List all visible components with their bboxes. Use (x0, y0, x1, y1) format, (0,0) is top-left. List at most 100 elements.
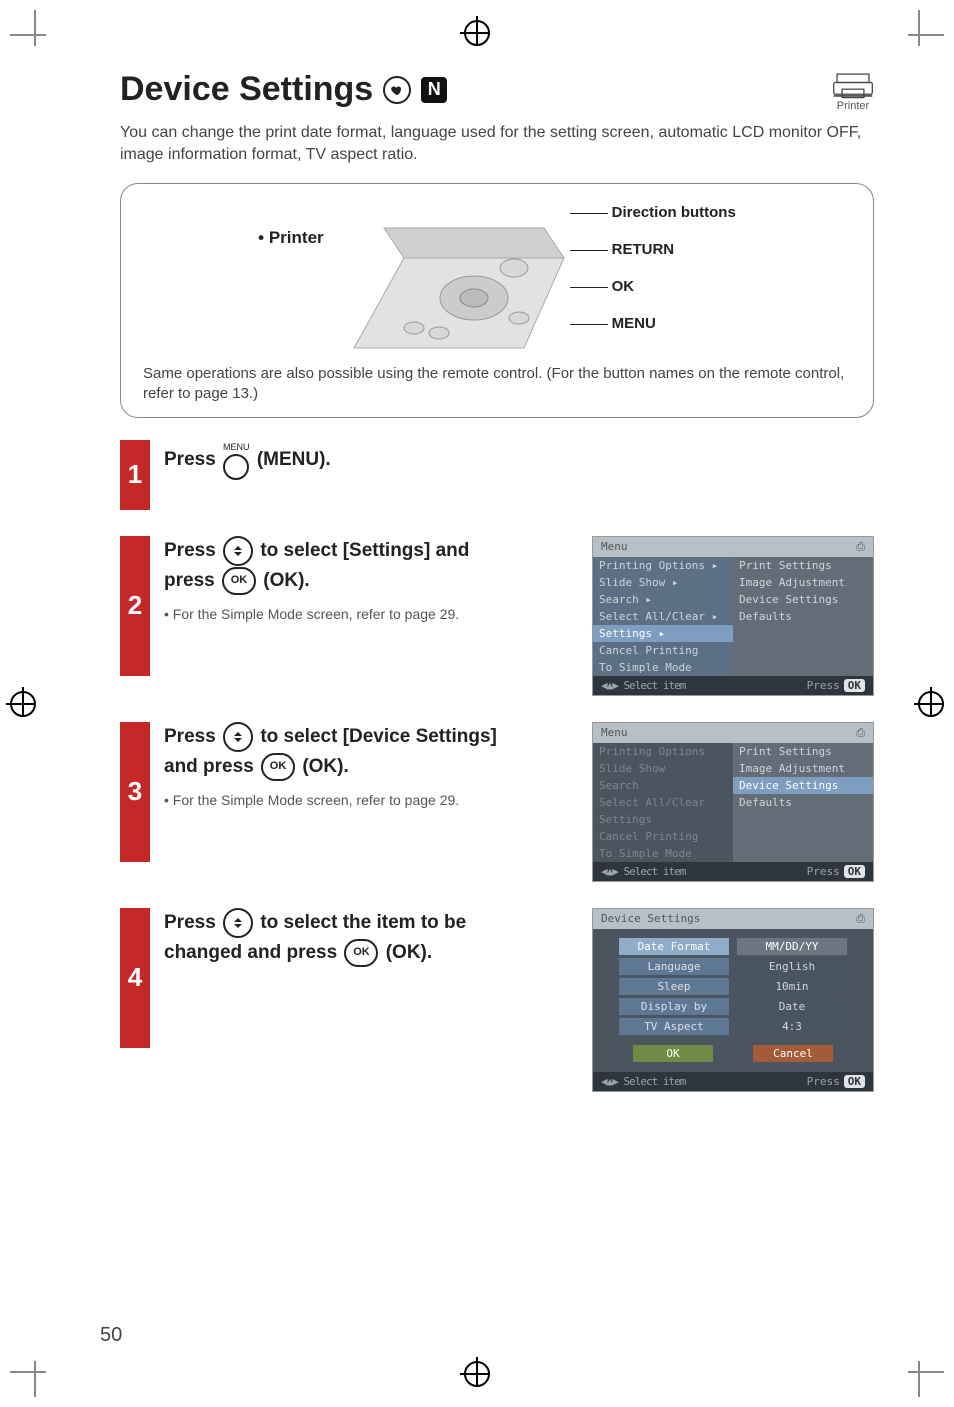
submenu-item: Image Adjustment (733, 760, 873, 777)
step-number: 3 (120, 722, 150, 862)
screenshot-device-settings: Device Settings⎙ Date FormatMM/DD/YY Lan… (592, 908, 874, 1092)
ok-button-icon: OK (222, 567, 256, 595)
ds-label: Sleep (619, 978, 729, 995)
step-number: 4 (120, 908, 150, 1048)
crop-mark (10, 10, 50, 50)
callout-labels: Direction buttons RETURN OK MENU (588, 198, 736, 332)
step-number: 1 (120, 440, 150, 510)
text-fragment: and press (164, 756, 259, 777)
menu-item: Slide Show ▸ (593, 574, 733, 591)
text-fragment: (OK). (386, 942, 432, 963)
crop-mark (904, 10, 944, 50)
printer-bullet-label: • Printer (258, 198, 329, 248)
ds-value: Date (737, 998, 847, 1015)
step-1: 1 Press MENU (MENU). (120, 440, 874, 510)
menu-item: To Simple Mode (593, 659, 733, 676)
text-fragment: (OK). (302, 756, 348, 777)
menu-item: Cancel Printing (593, 642, 733, 659)
ok-button-icon: OK (261, 753, 295, 781)
registration-mark (464, 1361, 490, 1387)
ds-value: 10min (737, 978, 847, 995)
submenu-empty (733, 659, 873, 676)
updown-button-icon (223, 536, 253, 566)
foot-hint: ◀▲▶ Select item (601, 865, 685, 878)
updown-button-icon (223, 722, 253, 752)
screenshot-menu-device-settings: Menu⎙ Printing OptionsPrint Settings Sli… (592, 722, 874, 882)
text-fragment: Press (164, 726, 221, 747)
menu-item: Search ▸ (593, 591, 733, 608)
printer-illustration (344, 198, 574, 358)
manual-page: Device Settings N Printer You can change… (0, 0, 954, 1407)
ds-value: 4:3 (737, 1018, 847, 1035)
pictbridge-icon: ⎙ (856, 540, 865, 554)
submenu-empty (733, 828, 873, 845)
menu-button-icon: MENU (223, 440, 250, 480)
ds-label: Display by (619, 998, 729, 1015)
updown-button-icon (223, 908, 253, 938)
printer-corner-icon: Printer (832, 70, 874, 112)
content-area: Device Settings N Printer You can change… (120, 70, 874, 1092)
title-text: Device Settings (120, 70, 373, 109)
text-fragment: (MENU). (257, 449, 331, 470)
text-fragment: Press (164, 540, 221, 561)
ok-button-icon: OK (344, 939, 378, 967)
step-3-text: Press to select [Device Settings] and pr… (164, 722, 572, 783)
callout-ok: OK (588, 278, 736, 295)
screenshot-title: Device Settings (601, 912, 700, 926)
submenu-empty (733, 845, 873, 862)
text-fragment: to select the item to be (260, 912, 466, 933)
ds-value: English (737, 958, 847, 975)
menu-button-label: MENU (223, 440, 250, 454)
menu-item-dim: Search (593, 777, 733, 794)
ds-ok-button: OK (633, 1045, 713, 1062)
ds-label-highlighted: Date Format (619, 938, 729, 955)
text-fragment: press (164, 570, 220, 591)
submenu-item: Defaults (733, 608, 873, 625)
text-fragment: to select [Settings] and (260, 540, 469, 561)
menu-item-dim: Select All/Clear (593, 794, 733, 811)
page-title: Device Settings N (120, 70, 447, 109)
submenu-empty (733, 811, 873, 828)
step-2-text: Press to select [Settings] and press OK … (164, 536, 572, 597)
n-badge-icon: N (421, 77, 447, 103)
heart-icon (383, 76, 411, 104)
menu-item: Printing Options ▸ (593, 557, 733, 574)
foot-hint: ◀▲▶ Select item (601, 679, 685, 692)
menu-item-dim: Printing Options (593, 743, 733, 760)
intro-text: You can change the print date format, la… (120, 122, 874, 165)
foot-hint: ◀▲▶ Select item (601, 1075, 685, 1088)
ds-value-highlighted: MM/DD/YY (737, 938, 847, 955)
submenu-item: Print Settings (733, 557, 873, 574)
crop-mark (904, 1357, 944, 1397)
text-fragment: Press (164, 449, 221, 470)
step-3: 3 Press to select [Device Settings] and … (120, 722, 874, 882)
registration-mark (918, 691, 944, 717)
page-number: 50 (100, 1324, 122, 1347)
step-3-sub: • For the Simple Mode screen, refer to p… (164, 792, 572, 808)
step-4: 4 Press to select the item to be changed… (120, 908, 874, 1092)
submenu-empty (733, 642, 873, 659)
callout-menu: MENU (588, 315, 736, 332)
ds-cancel-button: Cancel (753, 1045, 833, 1062)
text-fragment: changed and press (164, 942, 342, 963)
ds-label: TV Aspect (619, 1018, 729, 1035)
registration-mark (10, 691, 36, 717)
crop-mark (10, 1357, 50, 1397)
menu-item-dim: Slide Show (593, 760, 733, 777)
submenu-item: Print Settings (733, 743, 873, 760)
foot-press: Press (807, 679, 840, 692)
menu-item-highlighted: Settings ▸ (593, 625, 733, 642)
title-row: Device Settings N Printer (120, 70, 874, 112)
ds-label: Language (619, 958, 729, 975)
registration-mark (464, 20, 490, 46)
text-fragment: to select [Device Settings] (260, 726, 497, 747)
menu-item: Select All/Clear ▸ (593, 608, 733, 625)
submenu-item: Device Settings (733, 591, 873, 608)
step-2-sub: • For the Simple Mode screen, refer to p… (164, 606, 572, 622)
step-2: 2 Press to select [Settings] and press O… (120, 536, 874, 696)
foot-ok-badge: OK (844, 865, 865, 878)
submenu-item: Image Adjustment (733, 574, 873, 591)
foot-ok-badge: OK (844, 679, 865, 692)
text-fragment: (OK). (263, 570, 309, 591)
submenu-item: Defaults (733, 794, 873, 811)
